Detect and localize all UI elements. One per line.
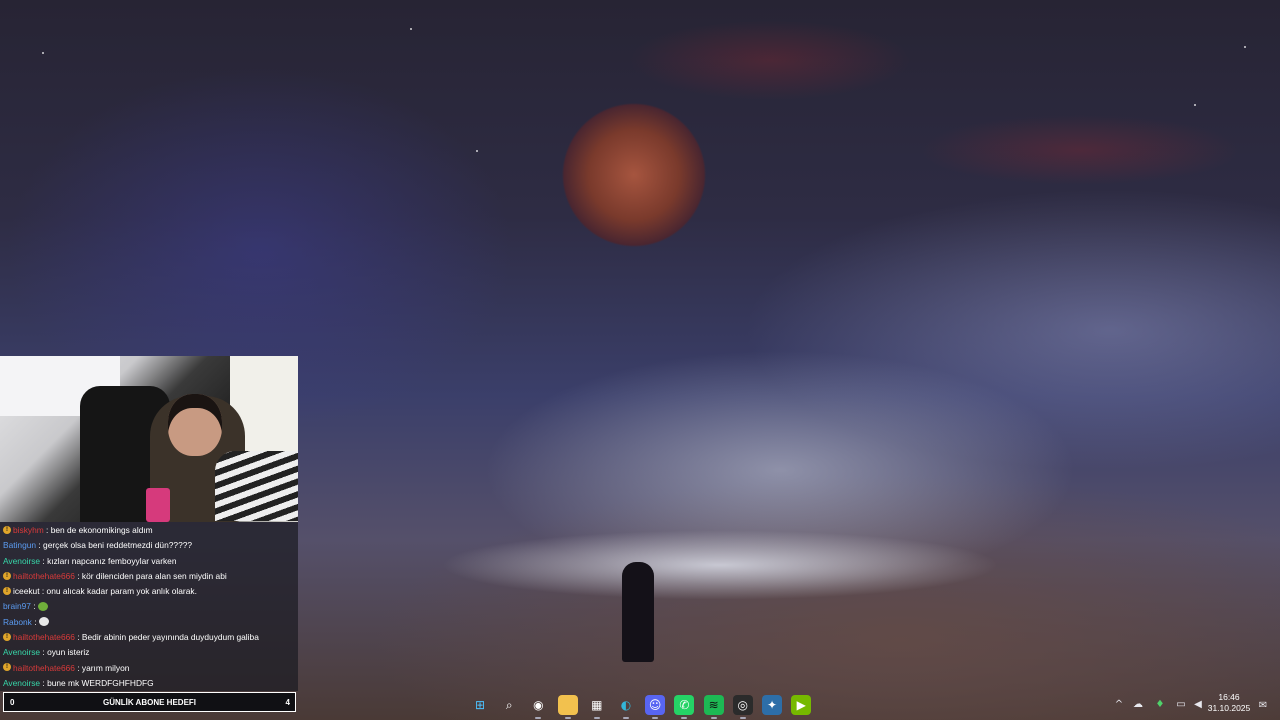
chat-username: Avenoirse — [3, 647, 41, 658]
running-indicator — [710, 717, 717, 719]
chat-text: oyun isteriz — [47, 647, 90, 658]
chat-separator: : — [74, 570, 82, 581]
chat-message: ! hailtothehate666 : Bedir abinin peder y… — [0, 630, 298, 645]
sub-badge-icon: ! — [3, 663, 11, 672]
discord-icon[interactable]: ☺ — [645, 695, 666, 719]
volume-icon[interactable]: ◀ — [1191, 698, 1205, 712]
cloud-band — [440, 530, 1000, 600]
chat-username: biskyhm — [13, 525, 44, 535]
drink-can — [146, 488, 170, 522]
chat-text: ben de ekonomikings aldım — [50, 525, 153, 535]
taskbar: ⊞ ⌕ ◉ ▬ ▦ ◐ ☺ ✆ ≋ ◎ ✦ ▶ ^ ☁ ♦ ▭ ◀ — [0, 690, 1280, 720]
webcam-overlay — [0, 356, 298, 522]
running-indicator — [564, 717, 571, 719]
chat-username: hailtothehate666 — [13, 632, 75, 643]
chat-text: Bedir abinin peder yayınında duyduydum g… — [81, 632, 259, 643]
chat-separator: : — [30, 601, 38, 612]
chat-message: ! iceekut : onu alıcak kadar param yok an… — [0, 584, 298, 599]
chat-separator: : — [36, 540, 44, 551]
chat-message: Avenoirse : kızları napcanız femboyylar … — [0, 554, 298, 569]
steam-icon[interactable]: ◉ — [528, 695, 548, 719]
whatsapp-icon[interactable]: ✆ — [674, 695, 695, 719]
star — [476, 150, 478, 152]
sub-badge-icon: ! — [3, 586, 11, 595]
obs-icon[interactable]: ◎ — [732, 695, 753, 719]
chat-username: Avenoirse — [3, 555, 41, 566]
streamer-head — [168, 394, 222, 456]
chat-separator: : — [74, 662, 82, 673]
chat-text: kör dilenciden para alan sen miydin abi — [81, 570, 227, 581]
sub-badge-icon: ! — [3, 525, 11, 534]
star — [410, 28, 412, 30]
chat-separator: : — [43, 525, 51, 535]
running-indicator — [739, 717, 746, 719]
chat-text: gerçek olsa beni reddetmezdi dün????? — [43, 540, 193, 551]
star — [42, 52, 44, 54]
chat-username: hailtothehate666 — [13, 662, 75, 673]
chat-message: Batingun : gerçek olsa beni reddetmezdi … — [0, 538, 298, 553]
chat-username: Avenoirse — [3, 677, 41, 688]
microsoft-store-icon[interactable]: ▦ — [587, 695, 607, 719]
chat-username: iceekut — [13, 586, 40, 597]
chat-text: onu alıcak kadar param yok anlık olarak. — [46, 586, 197, 597]
chat-overlay: ! biskyhm : ben de ekonomikings aldım Bati… — [0, 522, 298, 691]
network-icon[interactable]: ▭ — [1174, 698, 1188, 712]
star — [1194, 104, 1196, 106]
chat-username: Rabonk — [3, 616, 32, 627]
chat-separator: : — [74, 632, 82, 643]
chat-message: Rabonk : — [0, 615, 298, 630]
taskbar-clock[interactable]: 16:46 31.10.2025 — [1204, 692, 1254, 714]
chat-text: yarım milyon — [81, 662, 130, 673]
chat-message: Avenoirse : oyun isteriz — [0, 645, 298, 660]
hand-emote — [38, 617, 49, 627]
chevron-up-icon[interactable]: ^ — [1112, 698, 1126, 712]
clock-time: 16:46 — [1218, 692, 1240, 702]
chat-message: ! biskyhm : ben de ekonomikings aldım — [0, 523, 298, 538]
chat-message: Avenoirse : bune mk WERDFGHFHDFG — [0, 676, 298, 691]
notification-icon[interactable]: ✉ — [1256, 699, 1270, 713]
chat-username: hailtothehate666 — [13, 570, 75, 581]
chat-message: ! hailtothehate666 : kör dilenciden para … — [0, 569, 298, 584]
chat-separator: : — [39, 586, 47, 597]
running-indicator — [652, 717, 659, 719]
microphone-icon[interactable]: ♦ — [1153, 698, 1167, 712]
nvidia-icon[interactable]: ▶ — [791, 695, 812, 715]
sub-badge-icon: ! — [3, 632, 11, 641]
running-indicator — [623, 717, 629, 719]
search-icon[interactable]: ⌕ — [499, 695, 519, 715]
chat-message: brain97 : — [0, 599, 298, 614]
star — [1244, 46, 1246, 48]
striped-pillow — [215, 451, 298, 521]
spotify-icon[interactable]: ≋ — [703, 695, 724, 719]
edge-icon[interactable]: ◐ — [616, 695, 636, 719]
chat-username: Batingun — [3, 540, 37, 551]
chat-text: kızları napcanız femboyylar varken — [47, 555, 177, 566]
app-icon[interactable]: ✦ — [762, 695, 782, 715]
running-indicator — [535, 717, 542, 719]
running-indicator — [681, 717, 688, 719]
chat-separator: : — [31, 616, 39, 627]
chat-username: brain97 — [3, 601, 31, 612]
file-explorer-icon[interactable]: ▬ — [557, 695, 578, 719]
start-icon[interactable]: ⊞ — [470, 695, 490, 715]
sub-badge-icon: ! — [3, 571, 11, 580]
chat-message: ! hailtothehate666 : yarım milyon — [0, 661, 298, 676]
clock-date: 31.10.2025 — [1207, 703, 1251, 713]
running-indicator — [593, 717, 600, 719]
chat-text: bune mk WERDFGHFHDFG — [47, 677, 154, 688]
cloaked-figure — [622, 562, 654, 662]
turtle-emote — [37, 601, 48, 611]
cloud-icon[interactable]: ☁ — [1131, 698, 1145, 712]
